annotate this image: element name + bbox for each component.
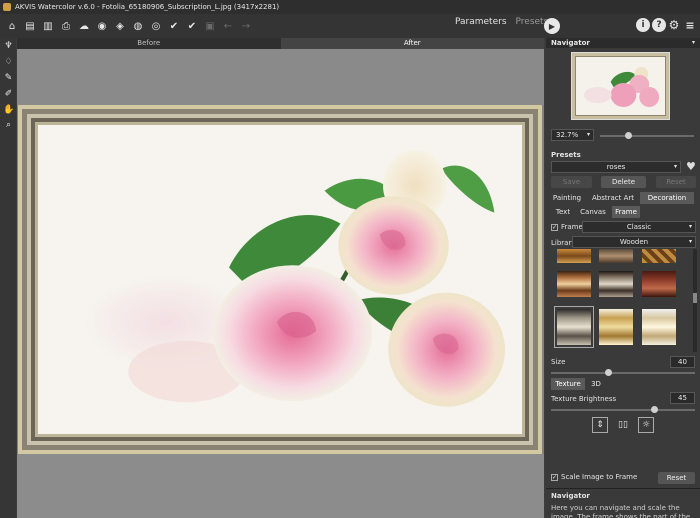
tool-column: ♆ ♢ ✎ ✐ ✋ ⌕	[0, 38, 16, 518]
size-label: Size	[551, 358, 566, 366]
check-icon[interactable]: ✔	[166, 18, 182, 34]
gallery-scrollbar[interactable]	[693, 249, 697, 352]
disabled-tool-icon: ▣	[205, 20, 215, 32]
frame-type-select[interactable]: Classic ▾	[582, 221, 696, 233]
app-icon	[3, 3, 11, 11]
roses-painting	[38, 125, 522, 434]
frame-swatch[interactable]	[599, 271, 633, 297]
size-value-field[interactable]: 40	[670, 356, 695, 368]
share-icon[interactable]: ☁	[76, 18, 92, 34]
tab-text[interactable]: Text	[552, 206, 574, 218]
help-icon[interactable]: ?	[652, 18, 666, 32]
size-slider-track[interactable]	[551, 372, 695, 374]
flip-vertical-icon[interactable]: ⇕	[592, 417, 608, 433]
zoom-tool-icon[interactable]: ⌕	[3, 120, 14, 131]
frame-reset-button[interactable]: Reset	[658, 472, 695, 484]
save-icon[interactable]: ▥	[40, 18, 56, 34]
pencil-tool-icon[interactable]: ✐	[3, 89, 14, 100]
hand-tool-icon[interactable]: ✋	[3, 105, 14, 116]
scale-to-frame-label: Scale Image to Frame	[561, 473, 638, 481]
brush-preset-icon[interactable]: ◍	[130, 18, 146, 34]
frame-swatch[interactable]	[557, 271, 591, 297]
frame-swatch[interactable]	[642, 271, 676, 297]
navigator-thumbnail[interactable]	[571, 52, 670, 120]
zoom-select[interactable]: 32.7% ▾	[551, 129, 594, 141]
reset-preset-button[interactable]: Reset	[656, 176, 696, 188]
batch-icon[interactable]: ◉	[94, 18, 110, 34]
light-direction-icon[interactable]: ☼	[638, 417, 654, 433]
library-select[interactable]: Wooden ▾	[572, 236, 696, 248]
collapse-arrow-icon[interactable]: ▾	[692, 38, 695, 48]
zoom-slider-track[interactable]	[600, 135, 694, 137]
check-all-icon[interactable]: ✔	[184, 18, 200, 34]
frame-checkbox-label: Frame	[561, 223, 583, 231]
tab-3d[interactable]: 3D	[588, 378, 604, 390]
run-icon[interactable]: ▶	[544, 18, 560, 34]
tab-texture[interactable]: Texture	[551, 378, 585, 390]
tab-painting[interactable]: Painting	[550, 192, 584, 204]
info-icon[interactable]: i	[636, 18, 650, 32]
tab-decoration[interactable]: Decoration	[640, 192, 694, 204]
frame-swatch[interactable]	[557, 249, 591, 263]
frame-swatch[interactable]	[642, 249, 676, 263]
redo-icon[interactable]: →	[238, 18, 254, 34]
window-title: AKVIS Watercolor v.6.0 - Fotolia_6518090…	[15, 3, 280, 11]
frame-swatch[interactable]	[599, 309, 633, 345]
frame-swatch-selected[interactable]	[554, 306, 594, 348]
settings-icon[interactable]: ⚙	[667, 18, 681, 32]
presets-label: Presets	[551, 151, 581, 159]
main-toolbar: ⌂ ▤ ▥ ⎙ ☁ ◉ ◈ ◍ ◎ ✔ ✔ ▣ ← → Parameters P…	[0, 14, 700, 38]
settings-panel: Navigator ▾ 32.7% ▾ Presets roses ▾ ♥ Save…	[546, 38, 700, 518]
frame-swatch[interactable]	[642, 309, 676, 345]
open-icon[interactable]: ▤	[22, 18, 38, 34]
decorative-frame	[18, 105, 542, 454]
book-icon[interactable]: ▯▯	[615, 417, 631, 433]
tab-canvas[interactable]: Canvas	[578, 206, 608, 218]
divider	[546, 488, 700, 489]
stroke-tool-icon[interactable]: ✎	[3, 73, 14, 84]
brightness-slider-knob[interactable]	[651, 406, 659, 413]
tab-after[interactable]: After	[280, 38, 544, 49]
delete-preset-button[interactable]: Delete	[601, 176, 646, 188]
drop-tool-icon[interactable]: ♢	[3, 57, 14, 68]
frame-swatch[interactable]	[599, 249, 633, 263]
favorite-heart-icon[interactable]: ♥	[686, 160, 696, 173]
brightness-slider-track[interactable]	[551, 409, 695, 411]
tab-abstract-art[interactable]: Abstract Art	[588, 192, 638, 204]
canvas-background-top	[17, 49, 544, 105]
help-text: Here you can navigate and scale the imag…	[551, 504, 691, 518]
before-after-tabs: Before After	[17, 38, 544, 49]
size-slider-knob[interactable]	[605, 369, 613, 376]
texture-brightness-label: Texture Brightness	[551, 395, 617, 403]
undo-icon[interactable]: ←	[220, 18, 236, 34]
navigator-header: Navigator ▾	[546, 38, 700, 48]
help-title: Navigator	[551, 492, 590, 500]
tab-frame[interactable]: Frame	[612, 206, 640, 218]
watercolor-roses-image	[38, 125, 522, 434]
canvas-background-bottom	[17, 454, 544, 518]
save-preset-button[interactable]: Save	[551, 176, 592, 188]
navigator-preview	[576, 57, 665, 115]
title-bar: AKVIS Watercolor v.6.0 - Fotolia_6518090…	[0, 0, 700, 14]
edit-icon[interactable]: ◈	[112, 18, 128, 34]
image-canvas[interactable]	[17, 49, 544, 518]
tab-parameters[interactable]: Parameters	[455, 17, 507, 27]
brush-tool-icon[interactable]: ♆	[3, 41, 14, 52]
effect-icon[interactable]: ◎	[148, 18, 164, 34]
zoom-slider-knob[interactable]	[625, 132, 632, 139]
home-icon[interactable]: ⌂	[4, 18, 20, 34]
preset-select[interactable]: roses ▾	[551, 161, 681, 173]
brightness-value-field[interactable]: 45	[670, 392, 695, 404]
print-icon[interactable]: ⎙	[58, 18, 74, 34]
menu-icon[interactable]: ≡	[683, 18, 697, 32]
frame-checkbox[interactable]: ✓	[551, 224, 558, 231]
scale-to-frame-checkbox[interactable]: ✓	[551, 474, 558, 481]
tab-before[interactable]: Before	[17, 38, 281, 49]
frame-texture-gallery	[550, 249, 694, 352]
